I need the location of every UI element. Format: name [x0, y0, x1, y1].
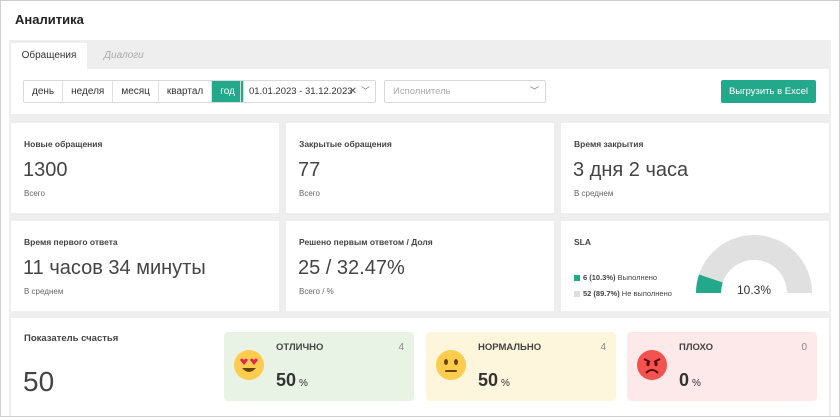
date-range-value: 01.01.2023 - 31.12.2023: [249, 86, 353, 97]
filter-toolbar: день неделя месяц квартал год 01.01.2023…: [11, 69, 829, 114]
date-range-picker[interactable]: 01.01.2023 - 31.12.2023 ✕ ﹀: [240, 80, 376, 103]
mood-name: ОТЛИЧНО: [276, 342, 324, 353]
mood-count: 0: [801, 342, 807, 353]
card-value: 25 / 32.47%: [298, 257, 405, 279]
card-label: Новые обращения: [24, 139, 103, 149]
period-month-button[interactable]: месяц: [113, 81, 159, 102]
first-solved-card: Решено первым ответом / Доля 25 / 32.47%…: [286, 221, 554, 311]
legend-swatch: [574, 275, 580, 281]
mood-count: 4: [600, 342, 606, 353]
happiness-label: Показатель счастья: [24, 333, 119, 344]
period-quarter-button[interactable]: квартал: [158, 81, 213, 102]
executor-placeholder: Исполнитель: [393, 86, 451, 97]
sla-not-done-value: 52 (89.7%): [583, 289, 620, 298]
sla-done-value: 6 (10.3%): [583, 273, 616, 282]
mood-percent: 50%: [478, 370, 510, 390]
mood-name: ПЛОХО: [679, 342, 714, 353]
card-value: 11 часов 34 минуты: [23, 257, 206, 279]
sla-legend-not-done: 52 (89.7%) Не выполнено: [574, 289, 672, 298]
card-sub: Всего: [24, 189, 45, 198]
mood-bad-card: ПЛОХО 0 0%: [627, 332, 817, 401]
tab-obrashcheniya[interactable]: Обращения: [11, 43, 87, 69]
card-sub: В среднем: [24, 287, 64, 296]
sla-card: SLA 6 (10.3%) Выполнено 52 (89.7%) Не вы…: [561, 221, 829, 311]
legend-swatch: [574, 291, 580, 297]
sla-legend-done: 6 (10.3%) Выполнено: [574, 273, 657, 282]
chevron-down-icon: ﹀: [360, 86, 370, 96]
export-excel-button[interactable]: Выгрузить в Excel: [721, 80, 816, 103]
tab-dialogi[interactable]: Диалоги: [90, 43, 158, 69]
new-requests-card: Новые обращения 1300 Всего: [11, 123, 279, 213]
period-year-button[interactable]: год: [212, 81, 243, 102]
mood-normal-card: НОРМАЛЬНО 4 50%: [426, 332, 616, 401]
chevron-down-icon: ﹀: [529, 86, 539, 96]
mood-count: 4: [398, 342, 404, 353]
card-value: 77: [298, 159, 321, 181]
executor-select[interactable]: Исполнитель ﹀: [384, 80, 546, 103]
close-time-card: Время закрытия 3 дня 2 часа В среднем: [561, 123, 829, 213]
card-label: Закрытые обращения: [299, 139, 392, 149]
mood-name: НОРМАЛЬНО: [478, 342, 542, 353]
card-value: 1300: [23, 159, 68, 181]
first-response-card: Время первого ответа 11 часов 34 минуты …: [11, 221, 279, 311]
happiness-value: 50: [23, 366, 55, 397]
card-label: Время первого ответа: [24, 237, 118, 247]
mood-percent: 50%: [276, 370, 308, 390]
card-label: Время закрытия: [574, 139, 644, 149]
card-sub: Всего: [299, 189, 320, 198]
neutral-face-emoji-icon: [436, 350, 466, 380]
gauge-percent: 10.3%: [737, 283, 772, 297]
angry-face-emoji-icon: [637, 350, 667, 380]
sla-done-text: Выполнено: [617, 273, 658, 282]
card-sub: В среднем: [574, 189, 614, 198]
page-title: Аналитика: [15, 12, 84, 27]
card-label: Решено первым ответом / Доля: [299, 237, 433, 247]
mood-excellent-card: ОТЛИЧНО 4 50%: [224, 332, 414, 401]
card-sub: Всего / %: [299, 287, 334, 296]
mood-percent: 0%: [679, 370, 701, 390]
card-value: 3 дня 2 часа: [573, 159, 689, 181]
happiness-card: Показатель счастья 50 ОТЛИЧНО 4 50% НОРМ…: [11, 318, 829, 416]
clear-icon[interactable]: ✕: [349, 81, 357, 102]
period-selector: день неделя месяц квартал год: [23, 80, 244, 103]
period-day-button[interactable]: день: [24, 81, 64, 102]
closed-requests-card: Закрытые обращения 77 Всего: [286, 123, 554, 213]
heart-eyes-emoji-icon: [234, 350, 264, 380]
sla-not-done-text: Не выполнено: [621, 289, 672, 298]
period-week-button[interactable]: неделя: [63, 81, 114, 102]
card-label: SLA: [574, 237, 591, 247]
